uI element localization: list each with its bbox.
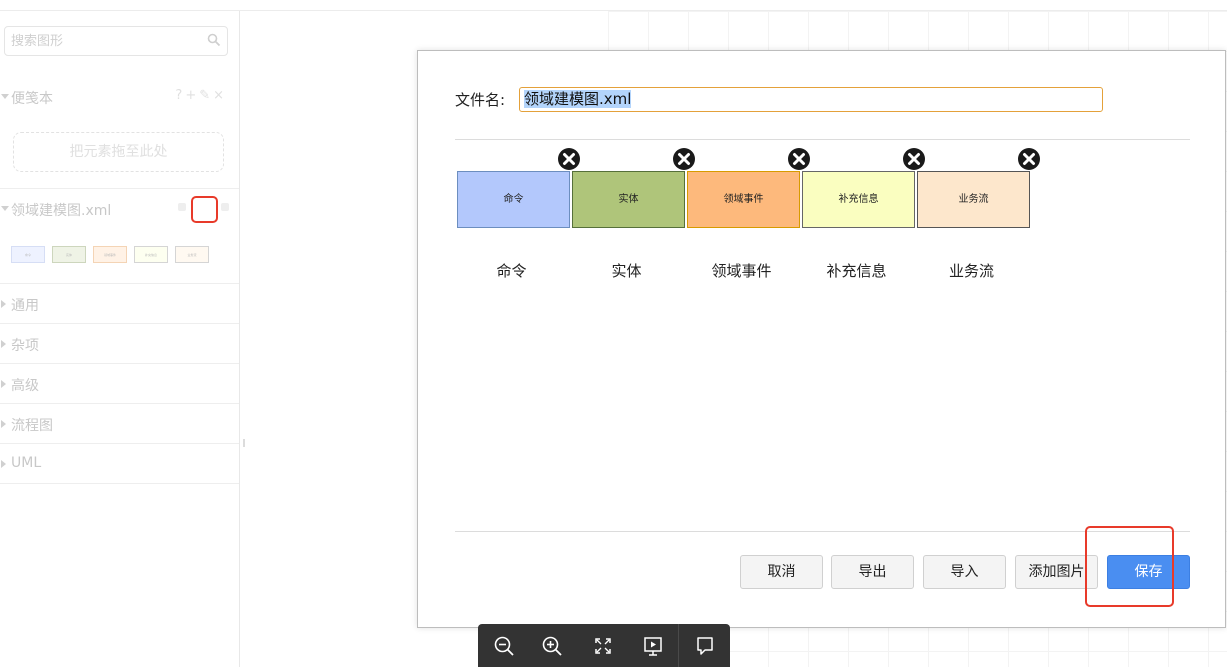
section-title-general[interactable]: 通用 bbox=[11, 295, 39, 315]
section-title-misc[interactable]: 杂项 bbox=[11, 335, 39, 355]
sidebar-splitter[interactable]: ‖ bbox=[242, 438, 246, 448]
scratchpad-drop-zone[interactable]: 把元素拖至此处 bbox=[13, 132, 224, 172]
chevron-down-icon[interactable] bbox=[1, 94, 9, 99]
remove-shape-extra-info-icon[interactable] bbox=[902, 147, 926, 171]
filename-input[interactable]: 领域建模图.xml bbox=[519, 87, 1103, 112]
library-thumb-entity[interactable]: 实体 bbox=[52, 246, 86, 263]
library-shape-command[interactable]: 命令 bbox=[457, 171, 570, 228]
cancel-button[interactable]: 取消 bbox=[740, 555, 823, 589]
remove-shape-business-flow-icon[interactable] bbox=[1017, 147, 1041, 171]
divider-bottom bbox=[455, 531, 1190, 532]
library-thumb-business-flow[interactable]: 业务流 bbox=[175, 246, 209, 263]
close-library-icon[interactable] bbox=[221, 203, 229, 211]
shape-label-extra-info[interactable]: 补充信息 bbox=[800, 260, 913, 281]
bottom-toolbar bbox=[478, 624, 730, 667]
library-thumb-domain-event[interactable]: 领域事件 bbox=[93, 246, 127, 263]
section-advanced[interactable]: 高级 bbox=[0, 364, 239, 404]
shape-search-input[interactable] bbox=[11, 32, 191, 50]
scratchpad-actions[interactable]: ?+✎× bbox=[175, 88, 227, 103]
zoom-in-icon[interactable] bbox=[541, 635, 563, 657]
edit-library-icon[interactable] bbox=[178, 203, 186, 211]
library-thumb-command[interactable]: 命令 bbox=[11, 246, 45, 263]
library-shape-extra-info[interactable]: 补充信息 bbox=[802, 171, 915, 228]
shape-label-entity[interactable]: 实体 bbox=[570, 260, 683, 281]
scratchpad-title[interactable]: 便笺本 bbox=[11, 88, 53, 108]
comment-icon[interactable] bbox=[694, 635, 716, 657]
zoom-out-icon[interactable] bbox=[493, 635, 515, 657]
highlight-save-button bbox=[1085, 526, 1174, 607]
shape-label-domain-event[interactable]: 领域事件 bbox=[685, 260, 798, 281]
import-button[interactable]: 导入 bbox=[923, 555, 1006, 589]
section-flowchart[interactable]: 流程图 bbox=[0, 404, 239, 444]
library-shape-domain-event[interactable]: 领域事件 bbox=[687, 171, 800, 228]
toolbar-separator bbox=[678, 624, 679, 667]
filename-label: 文件名: bbox=[455, 91, 506, 109]
shape-label-business-flow[interactable]: 业务流 bbox=[915, 260, 1028, 281]
chevron-right-icon bbox=[1, 420, 6, 428]
chevron-right-icon bbox=[1, 300, 6, 308]
library-shape-business-flow[interactable]: 业务流 bbox=[917, 171, 1030, 228]
highlight-edit-library bbox=[191, 196, 218, 223]
section-title-flowchart[interactable]: 流程图 bbox=[11, 415, 53, 435]
present-icon[interactable] bbox=[642, 635, 664, 657]
section-uml[interactable]: UML bbox=[0, 444, 239, 484]
shape-sidebar: 便笺本 ?+✎× 把元素拖至此处 领域建模图.xml 命令 实体 领域事件 补充… bbox=[0, 11, 240, 667]
filename-value: 领域建模图.xml bbox=[524, 90, 632, 108]
remove-shape-command-icon[interactable] bbox=[557, 147, 581, 171]
scratchpad-section: 便笺本 ?+✎× 把元素拖至此处 bbox=[0, 77, 239, 189]
library-shape-entity[interactable]: 实体 bbox=[572, 171, 685, 228]
section-general[interactable]: 通用 bbox=[0, 284, 239, 324]
remove-shape-entity-icon[interactable] bbox=[672, 147, 696, 171]
divider-top bbox=[455, 139, 1190, 140]
remove-shape-domain-event-icon[interactable] bbox=[787, 147, 811, 171]
section-misc[interactable]: 杂项 bbox=[0, 324, 239, 364]
shape-label-command[interactable]: 命令 bbox=[455, 260, 568, 281]
section-title-uml[interactable]: UML bbox=[11, 455, 41, 471]
chevron-down-icon[interactable] bbox=[1, 206, 9, 211]
chevron-right-icon bbox=[1, 380, 6, 388]
library-title[interactable]: 领域建模图.xml bbox=[11, 200, 111, 220]
search-box bbox=[4, 26, 228, 56]
chevron-right-icon bbox=[1, 340, 6, 348]
section-title-advanced[interactable]: 高级 bbox=[11, 375, 39, 395]
fit-screen-icon[interactable] bbox=[592, 635, 614, 657]
chevron-right-icon bbox=[1, 460, 6, 468]
search-icon[interactable] bbox=[207, 33, 221, 47]
top-bar bbox=[0, 0, 1227, 11]
export-button[interactable]: 导出 bbox=[831, 555, 914, 589]
library-thumb-extra-info[interactable]: 补充信息 bbox=[134, 246, 168, 263]
